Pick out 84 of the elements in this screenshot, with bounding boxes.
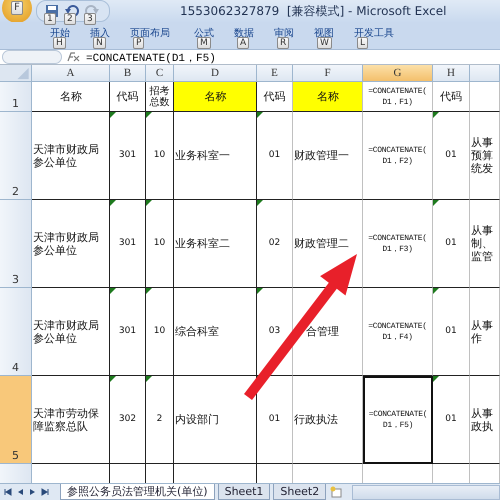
table-cell: 01: [257, 112, 293, 200]
table-cell: 10: [146, 288, 174, 376]
row-header[interactable]: 2: [0, 112, 32, 200]
column-header[interactable]: E: [257, 65, 293, 82]
column-header[interactable]: G: [363, 65, 433, 82]
horizontal-scrollbar[interactable]: [352, 484, 500, 500]
sheet-tab[interactable]: Sheet2: [273, 484, 326, 500]
table-cell: =CONCATENATE( D1，F4): [363, 288, 433, 376]
table-cell: 从事制、监管: [470, 200, 500, 288]
column-header[interactable]: B: [110, 65, 146, 82]
ribbon-tab[interactable]: 视图: [314, 22, 334, 40]
table-cell: 301: [110, 288, 146, 376]
table-cell: 01: [433, 376, 470, 464]
table-cell: 名称: [293, 82, 363, 112]
column-header[interactable]: A: [32, 65, 110, 82]
next-sheet-icon[interactable]: [28, 487, 37, 497]
table-cell: 业务科室二: [174, 200, 257, 288]
table-cell: 从事作: [470, 288, 500, 376]
keytip: 1: [44, 13, 56, 25]
column-header[interactable]: H: [433, 65, 470, 82]
row-header[interactable]: 5: [0, 376, 32, 464]
table-cell: 综合科室: [174, 288, 257, 376]
ribbon-tab[interactable]: 页面布局: [130, 22, 170, 40]
table-cell: 301: [110, 200, 146, 288]
table-cell: 名称: [32, 82, 110, 112]
sheet-tab[interactable]: Sheet1: [218, 484, 270, 500]
table-cell: 业务科室一: [174, 112, 257, 200]
table-cell: 302: [110, 376, 146, 464]
table-cell: 301: [110, 112, 146, 200]
table-cell: 天津市劳动保障监察总队: [32, 376, 110, 464]
column-header[interactable]: C: [146, 65, 174, 82]
table-cell: 10: [146, 200, 174, 288]
sheet-tab[interactable]: 参照公务员法管理机关(单位): [60, 484, 215, 500]
table-cell: 代码: [110, 82, 146, 112]
row-header[interactable]: 4: [0, 288, 32, 376]
ribbon-tab[interactable]: 数据: [234, 22, 254, 40]
formula-field[interactable]: =CONCATENATE(D1，F5): [86, 50, 216, 64]
ribbon-tab[interactable]: 开始: [50, 22, 70, 40]
table-cell: =CONCATENATE( D1，F1): [363, 82, 433, 112]
keytip: L: [357, 37, 368, 49]
ribbon-tab[interactable]: 审阅: [274, 22, 294, 40]
table-cell: 名称: [174, 82, 257, 112]
ribbon-tab[interactable]: 开发工具: [354, 22, 394, 40]
table-cell: 从事政执: [470, 376, 500, 464]
table-cell: =CONCATENATE( D1，F5): [363, 376, 433, 464]
table-cell: 02: [257, 200, 293, 288]
previous-sheet-icon[interactable]: [16, 487, 25, 497]
ribbon-tab[interactable]: 公式: [194, 22, 214, 40]
table-cell: 天津市财政局参公单位: [32, 200, 110, 288]
table-cell: =CONCATENATE( D1，F2): [363, 112, 433, 200]
table-cell: 从事预算统发: [470, 112, 500, 200]
insert-sheet-icon[interactable]: [329, 486, 344, 498]
keytip: 2: [64, 13, 76, 25]
window-title: 1553062327879 [兼容模式] - Microsoft Excel: [180, 2, 446, 20]
table-cell: 代码: [433, 82, 470, 112]
table-cell: 01: [433, 200, 470, 288]
first-sheet-icon[interactable]: [4, 487, 13, 497]
keytip: R: [277, 37, 290, 49]
table-cell: 01: [433, 288, 470, 376]
keytip: W: [317, 37, 332, 49]
last-sheet-icon[interactable]: [40, 487, 49, 497]
keytip: A: [237, 37, 250, 49]
column-header[interactable]: F: [293, 65, 363, 82]
table-cell: 行政执法: [293, 376, 363, 464]
empty-cell: [470, 82, 500, 112]
office-button[interactable]: F: [2, 0, 32, 23]
column-header[interactable]: D: [174, 65, 257, 82]
keytip: N: [93, 37, 106, 49]
table-cell: 10: [146, 112, 174, 200]
table-cell: =CONCATENATE( D1，F3): [363, 200, 433, 288]
table-cell: 2: [146, 376, 174, 464]
keytip: F: [11, 1, 23, 15]
keytip: 3: [84, 13, 96, 25]
ribbon-tab[interactable]: 插入: [90, 22, 110, 40]
row-header[interactable]: 1: [0, 82, 32, 112]
function-icon[interactable]: [66, 52, 80, 62]
table-cell: 天津市财政局参公单位: [32, 112, 110, 200]
keytip: H: [53, 37, 66, 49]
keytip: M: [197, 37, 211, 49]
table-cell: 财政管理一: [293, 112, 363, 200]
table-cell: 01: [433, 112, 470, 200]
row-header[interactable]: 3: [0, 200, 32, 288]
table-cell: 天津市财政局参公单位: [32, 288, 110, 376]
keytip: P: [133, 37, 144, 49]
